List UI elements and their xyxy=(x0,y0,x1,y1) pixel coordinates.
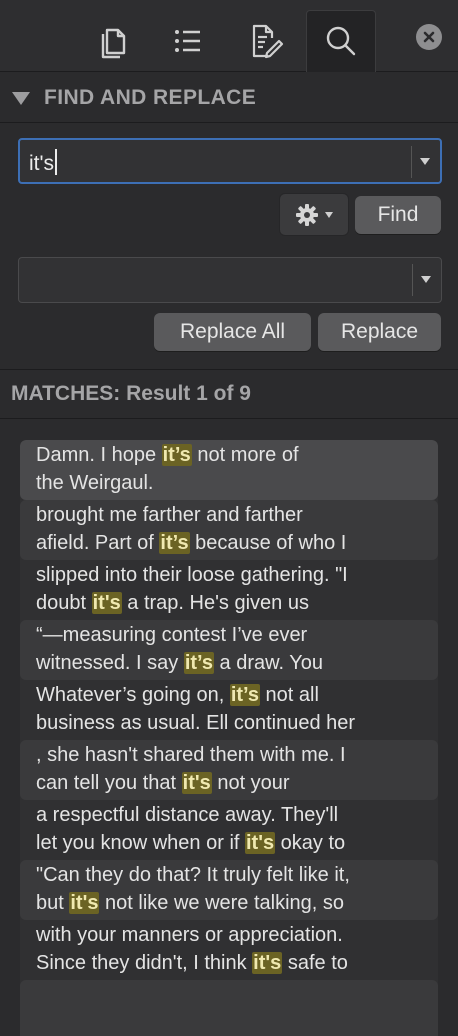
result-text: not all xyxy=(259,684,319,706)
matches-label: MATCHES: Result 1 of 9 xyxy=(11,382,251,405)
text-caret xyxy=(55,149,57,175)
search-icon xyxy=(326,26,356,55)
result-line: with your manners or appreciation. xyxy=(36,921,422,949)
tab-documents[interactable] xyxy=(78,10,148,72)
result-text: can tell you that xyxy=(36,772,182,794)
result-text: a trap. He's given us xyxy=(121,592,309,614)
result-item[interactable]: brought me farther and farther afield. P… xyxy=(20,500,438,560)
result-text: witnessed. I say xyxy=(36,652,184,674)
match-highlight: it's xyxy=(69,892,100,914)
result-text: not more of xyxy=(191,444,299,466)
find-input-value: it's xyxy=(29,152,55,175)
result-item[interactable]: “—measuring contest I’ve ever witnessed.… xyxy=(20,620,438,680)
result-text: “—measuring contest I’ve ever xyxy=(36,624,308,646)
match-highlight: it’s xyxy=(159,532,190,554)
result-text: a respectful distance away. They'll xyxy=(36,804,339,826)
result-text: okay to xyxy=(275,832,346,854)
result-text: brought me farther and farther xyxy=(36,504,303,526)
find-input[interactable]: it's xyxy=(18,138,442,184)
tab-search[interactable] xyxy=(306,10,376,72)
combo-divider xyxy=(412,264,413,296)
result-item-empty xyxy=(20,980,438,1036)
gear-icon xyxy=(296,203,318,226)
dropdown-arrow-icon xyxy=(325,211,333,218)
match-highlight: it’s xyxy=(183,652,214,674)
result-text: Damn. I hope xyxy=(36,444,162,466)
replace-all-button[interactable]: Replace All xyxy=(154,313,311,351)
results-list[interactable]: Damn. I hope it’s not more of the Weirga… xyxy=(20,440,438,1036)
match-highlight: it's xyxy=(245,832,276,854)
result-line: witnessed. I say it’s a draw. You xyxy=(36,649,422,677)
result-line: “—measuring contest I’ve ever xyxy=(36,621,422,649)
result-line: "Can they do that? It truly felt like it… xyxy=(36,861,422,889)
result-item[interactable]: a respectful distance away. They'll let … xyxy=(20,800,438,860)
find-replace-header[interactable]: FIND AND REPLACE xyxy=(0,73,458,123)
result-text: safe to xyxy=(282,952,348,974)
result-item[interactable]: slipped into their loose gathering. "I d… xyxy=(20,560,438,620)
result-item[interactable]: Whatever’s going on, it’s not all busine… xyxy=(20,680,438,740)
disclosure-triangle-icon[interactable] xyxy=(12,92,30,105)
result-line: can tell you that it's not your xyxy=(36,769,422,797)
result-text: not your xyxy=(211,772,290,794)
result-text: not like we were talking, so xyxy=(99,892,345,914)
close-icon xyxy=(423,31,435,43)
replace-button[interactable]: Replace xyxy=(318,313,441,351)
result-line: Damn. I hope it’s not more of xyxy=(36,441,422,469)
combo-divider xyxy=(411,146,412,178)
result-line: but it's not like we were talking, so xyxy=(36,889,422,917)
edit-notes-icon xyxy=(252,24,284,59)
find-button[interactable]: Find xyxy=(355,196,441,234)
result-line: afield. Part of it’s because of who I xyxy=(36,529,422,557)
result-text: a draw. You xyxy=(214,652,323,674)
result-text: "Can they do that? It truly felt like it… xyxy=(36,864,350,886)
section-title: FIND AND REPLACE xyxy=(44,85,257,109)
result-text: business as usual. Ell continued her xyxy=(36,712,356,734)
result-line: Since they didn't, I think it's safe to xyxy=(36,949,422,977)
match-highlight: it's xyxy=(252,952,283,974)
result-text: the Weirgaul. xyxy=(36,472,154,494)
result-text: because of who I xyxy=(189,532,347,554)
tab-notes[interactable] xyxy=(230,10,300,72)
result-item[interactable]: with your manners or appreciation. Since… xyxy=(20,920,438,980)
result-line: , she hasn't shared them with me. I xyxy=(36,741,422,769)
result-line: doubt it's a trap. He's given us xyxy=(36,589,422,617)
result-text: slipped into their loose gathering. "I xyxy=(36,564,348,586)
match-highlight: it's xyxy=(91,592,122,614)
replace-input[interactable] xyxy=(18,257,442,303)
result-text: Since they didn't, I think xyxy=(36,952,253,974)
divider xyxy=(0,369,458,370)
match-highlight: it's xyxy=(181,772,212,794)
close-button[interactable] xyxy=(416,24,442,50)
match-highlight: it’s xyxy=(161,444,192,466)
result-line: let you know when or if it's okay to xyxy=(36,829,422,857)
chevron-down-icon[interactable] xyxy=(420,158,430,165)
match-highlight: it’s xyxy=(229,684,260,706)
documents-icon xyxy=(101,28,126,59)
result-text: doubt xyxy=(36,592,92,614)
result-text: Whatever’s going on, xyxy=(36,684,230,706)
result-line: business as usual. Ell continued her xyxy=(36,709,422,737)
result-text: afield. Part of xyxy=(36,532,160,554)
tab-list[interactable] xyxy=(152,10,222,72)
result-text: with your manners or appreciation. xyxy=(36,924,343,946)
divider xyxy=(0,418,458,419)
result-text: but xyxy=(36,892,70,914)
result-line: slipped into their loose gathering. "I xyxy=(36,561,422,589)
result-line: the Weirgaul. xyxy=(36,469,422,497)
result-text: let you know when or if xyxy=(36,832,245,854)
result-line: Whatever’s going on, it’s not all xyxy=(36,681,422,709)
result-item[interactable]: "Can they do that? It truly felt like it… xyxy=(20,860,438,920)
result-item[interactable]: Damn. I hope it’s not more of the Weirga… xyxy=(20,440,438,500)
find-options-button[interactable] xyxy=(279,193,349,236)
result-text: , she hasn't shared them with me. I xyxy=(36,744,346,766)
chevron-down-icon[interactable] xyxy=(421,276,431,283)
result-line: brought me farther and farther xyxy=(36,501,422,529)
list-icon xyxy=(175,30,200,52)
result-item[interactable]: , she hasn't shared them with me. I can … xyxy=(20,740,438,800)
inspector-toolbar xyxy=(0,0,458,72)
result-line: a respectful distance away. They'll xyxy=(36,801,422,829)
